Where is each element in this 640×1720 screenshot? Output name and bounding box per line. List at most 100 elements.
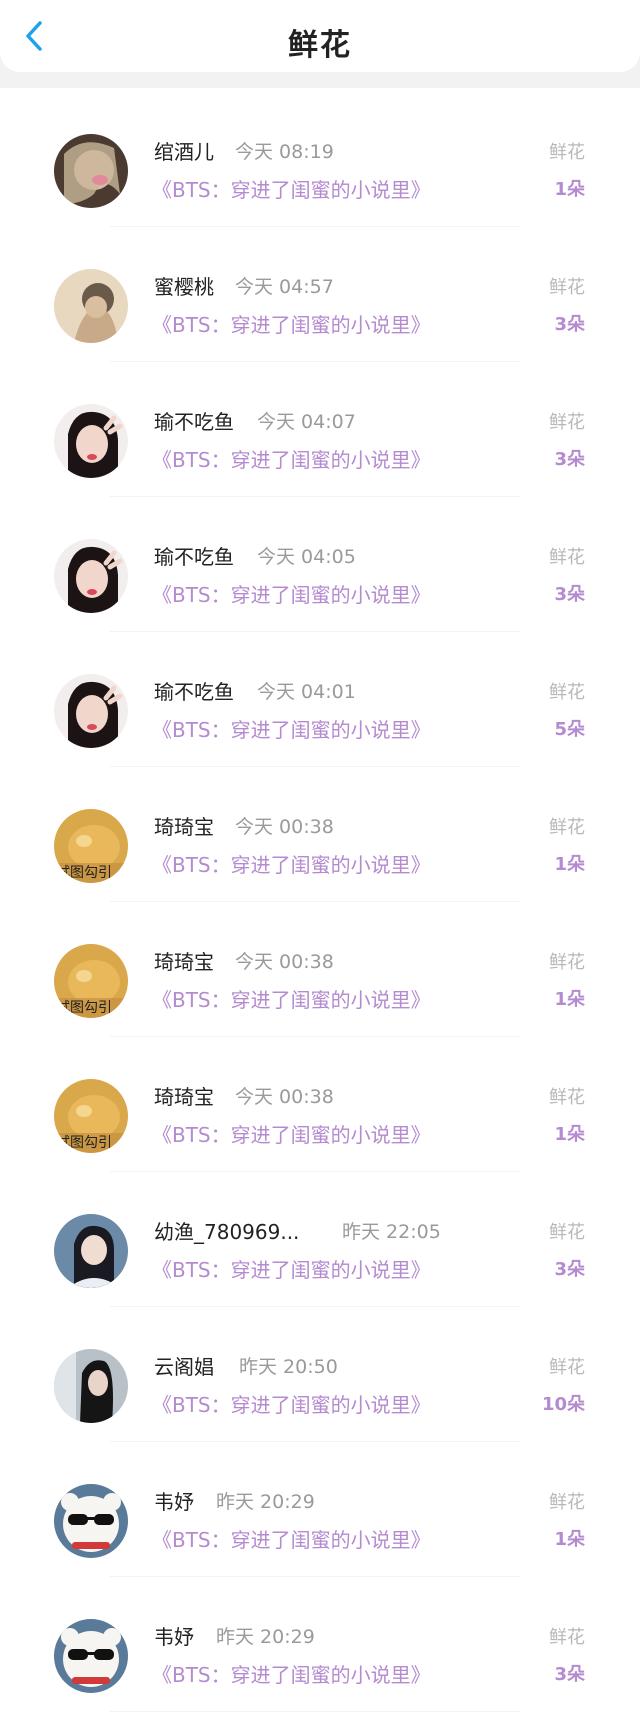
avatar[interactable] [54, 1484, 128, 1558]
row-divider [110, 1441, 520, 1442]
sender-name[interactable]: 琦琦宝 [154, 946, 214, 975]
book-title-link[interactable]: 《BTS：穿进了闺蜜的小说里》 [152, 579, 431, 608]
gift-row[interactable]: 云阁娼 昨天 20:50 《BTS：穿进了闺蜜的小说里》 鲜花 10朵 [0, 1315, 640, 1450]
gift-count: 1朵 [554, 1124, 585, 1145]
book-title-link[interactable]: 《BTS：穿进了闺蜜的小说里》 [152, 1254, 431, 1283]
row-divider [110, 631, 520, 632]
sender-name[interactable]: 瑜不吃鱼 [154, 541, 234, 570]
avatar[interactable] [54, 1214, 128, 1288]
nav-header: 鲜花 [0, 0, 640, 72]
gift-type-label: 鲜花 [549, 952, 585, 973]
gift-count: 3朵 [554, 1664, 585, 1685]
gift-count: 1朵 [554, 854, 585, 875]
gift-count: 1朵 [554, 179, 585, 200]
gift-count: 3朵 [554, 449, 585, 470]
sender-name[interactable]: 琦琦宝 [154, 811, 214, 840]
book-title-link[interactable]: 《BTS：穿进了闺蜜的小说里》 [152, 1119, 431, 1148]
avatar[interactable] [54, 134, 128, 208]
gift-row[interactable]: 蜜樱桃 今天 04:57 《BTS：穿进了闺蜜的小说里》 鲜花 3朵 [0, 235, 640, 370]
avatar[interactable] [54, 674, 128, 748]
gift-row[interactable]: 韦妤 昨天 20:29 《BTS：穿进了闺蜜的小说里》 鲜花 3朵 [0, 1585, 640, 1720]
sender-name[interactable]: 绾酒儿 [154, 136, 214, 165]
gift-time: 今天 04:57 [235, 276, 334, 298]
gift-type-label: 鲜花 [549, 1087, 585, 1108]
sender-name[interactable]: 云阁娼 [154, 1351, 214, 1380]
avatar[interactable] [54, 1619, 128, 1693]
gift-type-label: 鲜花 [549, 412, 585, 433]
book-title-link[interactable]: 《BTS：穿进了闺蜜的小说里》 [152, 849, 431, 878]
gift-count: 1朵 [554, 989, 585, 1010]
gift-type-label: 鲜花 [549, 817, 585, 838]
book-title-link[interactable]: 《BTS：穿进了闺蜜的小说里》 [152, 984, 431, 1013]
gift-count: 3朵 [554, 1259, 585, 1280]
gift-type-label: 鲜花 [549, 1222, 585, 1243]
gift-row[interactable]: 幼渔_780969... 昨天 22:05 《BTS：穿进了闺蜜的小说里》 鲜花 3朵 [0, 1180, 640, 1315]
gift-time: 今天 00:38 [235, 1086, 334, 1108]
avatar[interactable] [54, 539, 128, 613]
avatar[interactable]: 试图勾引 [54, 809, 128, 883]
book-title-link[interactable]: 《BTS：穿进了闺蜜的小说里》 [152, 444, 431, 473]
sender-name[interactable]: 韦妤 [154, 1621, 194, 1650]
gift-row[interactable]: 瑜不吃鱼 今天 04:05 《BTS：穿进了闺蜜的小说里》 鲜花 3朵 [0, 505, 640, 640]
gift-time: 今天 04:01 [257, 681, 356, 703]
gift-count: 3朵 [554, 314, 585, 335]
gift-time: 昨天 20:29 [216, 1491, 315, 1513]
row-divider [110, 1171, 520, 1172]
gift-type-label: 鲜花 [549, 1357, 585, 1378]
row-divider [110, 766, 520, 767]
avatar[interactable] [54, 404, 128, 478]
svg-text:试图勾引: 试图勾引 [56, 1135, 112, 1151]
gift-time: 昨天 20:50 [239, 1356, 338, 1378]
avatar[interactable] [54, 269, 128, 343]
sender-name[interactable]: 瑜不吃鱼 [154, 676, 234, 705]
gift-type-label: 鲜花 [549, 1492, 585, 1513]
gift-time: 今天 04:05 [257, 546, 356, 568]
sender-name[interactable]: 琦琦宝 [154, 1081, 214, 1110]
row-divider [110, 1306, 520, 1307]
gift-row[interactable]: 绾酒儿 今天 08:19 《BTS：穿进了闺蜜的小说里》 鲜花 1朵 [0, 100, 640, 235]
gift-time: 今天 04:07 [257, 411, 356, 433]
gift-time: 今天 08:19 [235, 141, 334, 163]
gift-row[interactable]: 试图勾引 琦琦宝 今天 00:38 《BTS：穿进了闺蜜的小说里》 鲜花 1朵 [0, 1045, 640, 1180]
gift-type-label: 鲜花 [549, 277, 585, 298]
gift-type-label: 鲜花 [549, 1627, 585, 1648]
gift-row[interactable]: 瑜不吃鱼 今天 04:01 《BTS：穿进了闺蜜的小说里》 鲜花 5朵 [0, 640, 640, 775]
sender-name[interactable]: 瑜不吃鱼 [154, 406, 234, 435]
row-divider [110, 1576, 520, 1577]
book-title-link[interactable]: 《BTS：穿进了闺蜜的小说里》 [152, 309, 431, 338]
row-divider [110, 901, 520, 902]
sender-name[interactable]: 蜜樱桃 [154, 271, 214, 300]
gift-count: 3朵 [554, 584, 585, 605]
gift-type-label: 鲜花 [549, 682, 585, 703]
svg-text:试图勾引: 试图勾引 [56, 865, 112, 881]
book-title-link[interactable]: 《BTS：穿进了闺蜜的小说里》 [152, 1659, 431, 1688]
page-title: 鲜花 [288, 28, 352, 63]
row-divider [110, 496, 520, 497]
gift-row[interactable]: 试图勾引 琦琦宝 今天 00:38 《BTS：穿进了闺蜜的小说里》 鲜花 1朵 [0, 775, 640, 910]
gift-type-label: 鲜花 [549, 547, 585, 568]
sender-name[interactable]: 韦妤 [154, 1486, 194, 1515]
gift-count: 1朵 [554, 1529, 585, 1550]
row-divider [110, 1711, 520, 1712]
row-divider [110, 226, 520, 227]
book-title-link[interactable]: 《BTS：穿进了闺蜜的小说里》 [152, 1524, 431, 1553]
gift-count: 10朵 [541, 1394, 585, 1415]
sender-name[interactable]: 幼渔_780969... [154, 1216, 299, 1245]
row-divider [110, 1036, 520, 1037]
svg-text:试图勾引: 试图勾引 [56, 1000, 112, 1016]
gift-row[interactable]: 韦妤 昨天 20:29 《BTS：穿进了闺蜜的小说里》 鲜花 1朵 [0, 1450, 640, 1585]
book-title-link[interactable]: 《BTS：穿进了闺蜜的小说里》 [152, 174, 431, 203]
gift-list: 绾酒儿 今天 08:19 《BTS：穿进了闺蜜的小说里》 鲜花 1朵 蜜樱桃 今天 04:5… [0, 100, 640, 1720]
book-title-link[interactable]: 《BTS：穿进了闺蜜的小说里》 [152, 1389, 431, 1418]
gift-row[interactable]: 试图勾引 琦琦宝 今天 00:38 《BTS：穿进了闺蜜的小说里》 鲜花 1朵 [0, 910, 640, 1045]
gift-time: 今天 00:38 [235, 951, 334, 973]
book-title-link[interactable]: 《BTS：穿进了闺蜜的小说里》 [152, 714, 431, 743]
gift-time: 今天 00:38 [235, 816, 334, 838]
gift-count: 5朵 [554, 719, 585, 740]
gift-row[interactable]: 瑜不吃鱼 今天 04:07 《BTS：穿进了闺蜜的小说里》 鲜花 3朵 [0, 370, 640, 505]
gift-time: 昨天 22:05 [342, 1221, 441, 1243]
gift-time: 昨天 20:29 [216, 1626, 315, 1648]
avatar[interactable]: 试图勾引 [54, 1079, 128, 1153]
avatar[interactable]: 试图勾引 [54, 944, 128, 1018]
avatar[interactable] [54, 1349, 128, 1423]
